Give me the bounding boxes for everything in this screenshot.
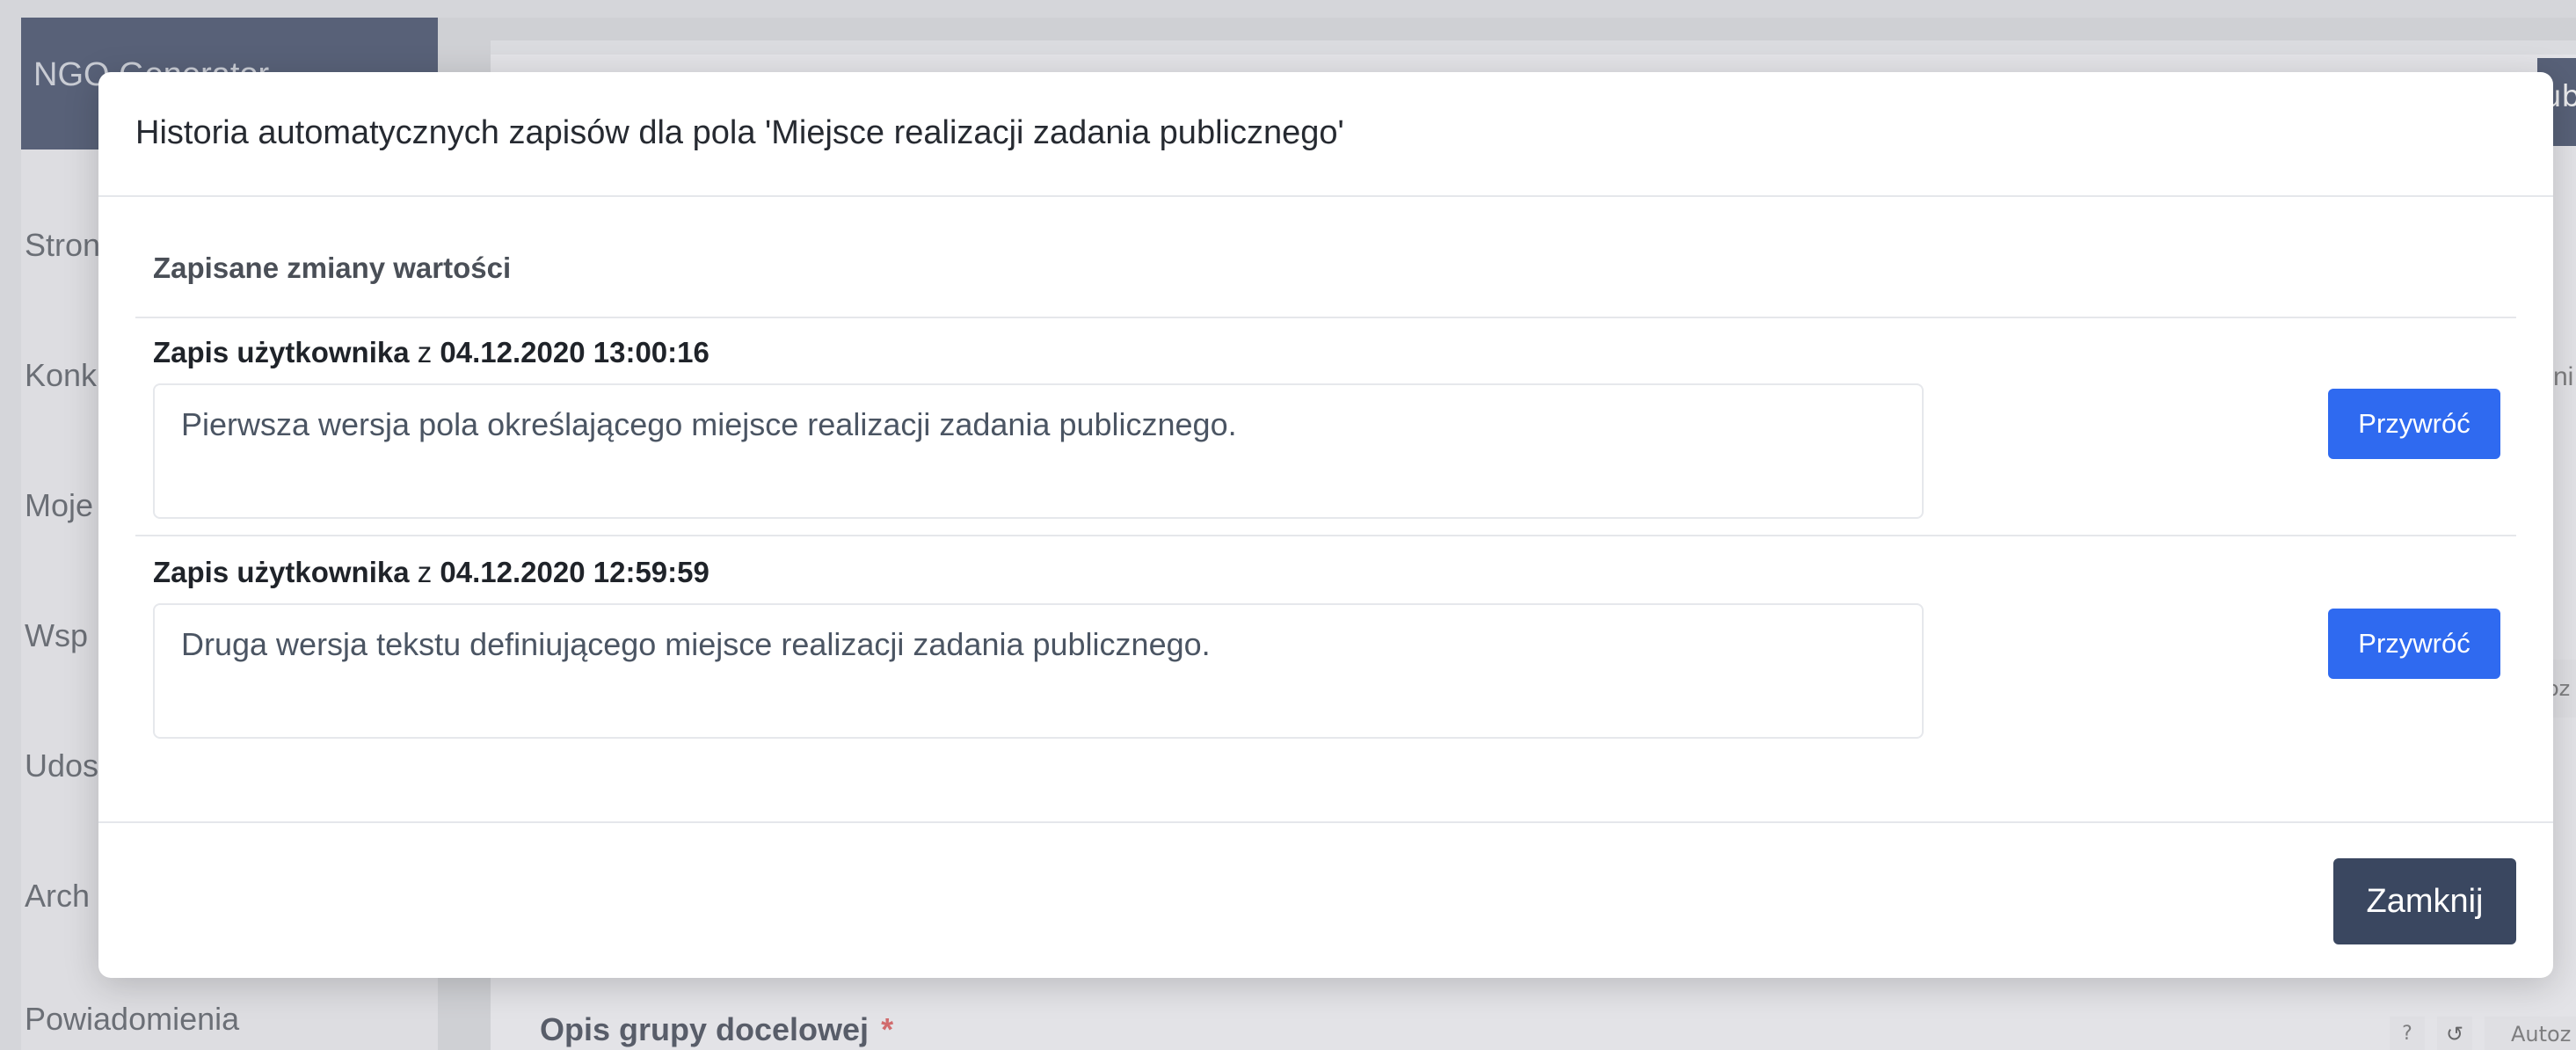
divider	[135, 535, 2516, 536]
modal-body: Zapisane zmiany wartości Zapis użytkowni…	[98, 197, 2553, 821]
entry-author: Zapis użytkownika	[153, 336, 410, 368]
section-title: Zapisane zmiany wartości	[153, 252, 512, 284]
restore-button[interactable]: Przywróć	[2328, 609, 2500, 679]
restore-button[interactable]: Przywróć	[2328, 389, 2500, 459]
divider	[135, 317, 2516, 318]
entry-timestamp: 04.12.2020 13:00:16	[440, 336, 709, 368]
close-button[interactable]: Zamknij	[2333, 858, 2516, 944]
modal-footer: Zamknij	[98, 821, 2553, 978]
modal-header: Historia automatycznych zapisów dla pola…	[98, 72, 2553, 197]
entry-sep: z	[417, 336, 433, 368]
entry-timestamp: 04.12.2020 12:59:59	[440, 556, 709, 588]
autosave-history-modal: Historia automatycznych zapisów dla pola…	[98, 72, 2553, 978]
modal-title: Historia automatycznych zapisów dla pola…	[135, 114, 1344, 151]
history-entry: Zapis użytkownika z 04.12.2020 12:59:59 …	[135, 556, 2516, 756]
entry-label: Zapis użytkownika z 04.12.2020 13:00:16	[153, 336, 709, 369]
entry-value: Pierwsza wersja pola określającego miejs…	[153, 383, 1924, 519]
entry-sep: z	[417, 556, 433, 588]
entry-label: Zapis użytkownika z 04.12.2020 12:59:59	[153, 556, 709, 589]
history-entry: Zapis użytkownika z 04.12.2020 13:00:16 …	[135, 336, 2516, 536]
entry-value: Druga wersja tekstu definiującego miejsc…	[153, 603, 1924, 739]
entry-author: Zapis użytkownika	[153, 556, 410, 588]
